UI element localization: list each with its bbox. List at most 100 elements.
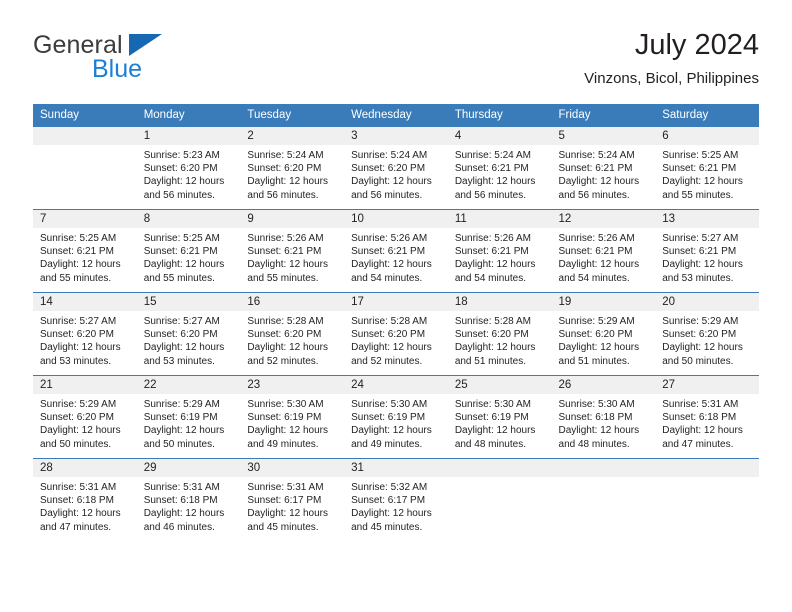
calendar-day-cell[interactable]: 28 Sunrise: 5:31 AM Sunset: 6:18 PM Dayligh…: [33, 458, 137, 541]
calendar-week-row: 21 Sunrise: 5:29 AM Sunset: 6:20 PM Dayligh…: [33, 375, 759, 459]
day-cell-inner: 31 Sunrise: 5:32 AM Sunset: 6:17 PM Dayligh…: [344, 459, 448, 541]
calendar-day-cell[interactable]: 31 Sunrise: 5:32 AM Sunset: 6:17 PM Dayligh…: [344, 458, 448, 541]
day-cell-inner: 11 Sunrise: 5:26 AM Sunset: 6:21 PM Dayligh…: [447, 210, 552, 292]
calendar-day-cell[interactable]: 26 Sunrise: 5:30 AM Sunset: 6:18 PM Dayligh…: [551, 375, 656, 459]
calendar-body: 1 Sunrise: 5:23 AM Sunset: 6:20 PM Daylight…: [33, 127, 759, 541]
weekday-header-row: Sunday Monday Tuesday Wednesday Thursday…: [33, 104, 759, 127]
calendar-day-cell[interactable]: 2 Sunrise: 5:24 AM Sunset: 6:20 PM Daylight…: [240, 127, 345, 210]
day-detail-sunset: Sunset: 6:21 PM: [454, 246, 529, 258]
day-detail-sunset: Sunset: 6:20 PM: [351, 329, 426, 341]
day-cell-details: [33, 145, 137, 149]
day-cell-details: Sunrise: 5:24 AM Sunset: 6:20 PM Daylight:…: [240, 145, 344, 202]
day-detail-sunrise: Sunrise: 5:30 AM: [351, 399, 428, 410]
day-detail-daylight-line1: Daylight: 12 hours: [351, 342, 432, 354]
calendar-day-cell[interactable]: 13 Sunrise: 5:27 AM Sunset: 6:21 PM Dayligh…: [655, 209, 759, 293]
day-number: 12: [551, 210, 656, 228]
calendar-day-cell[interactable]: 14 Sunrise: 5:27 AM Sunset: 6:20 PM Dayligh…: [33, 292, 137, 376]
day-detail-sunrise: Sunrise: 5:24 AM: [558, 150, 635, 161]
day-detail-daylight-line1: Daylight: 12 hours: [351, 259, 432, 271]
calendar-day-cell[interactable]: 24 Sunrise: 5:30 AM Sunset: 6:19 PM Dayligh…: [344, 375, 448, 459]
day-number: 24: [344, 376, 448, 394]
calendar-day-cell[interactable]: 21 Sunrise: 5:29 AM Sunset: 6:20 PM Dayligh…: [33, 375, 137, 459]
day-cell-inner: 29 Sunrise: 5:31 AM Sunset: 6:18 PM Dayligh…: [136, 459, 241, 541]
day-detail-daylight-line2: and 50 minutes.: [143, 438, 215, 450]
day-number: 11: [447, 210, 552, 228]
day-detail-daylight-line1: Daylight: 12 hours: [558, 176, 640, 188]
day-detail-daylight-line2: and 45 minutes.: [247, 521, 319, 533]
day-cell-details: Sunrise: 5:31 AM Sunset: 6:17 PM Daylight:…: [240, 477, 344, 534]
day-cell-details: Sunrise: 5:24 AM Sunset: 6:20 PM Daylight:…: [344, 145, 448, 202]
day-detail-sunset: Sunset: 6:19 PM: [454, 412, 529, 424]
calendar-empty-cell: [447, 458, 552, 541]
day-cell-inner: 4 Sunrise: 5:24 AM Sunset: 6:21 PM Daylight…: [447, 127, 552, 209]
day-detail-sunrise: Sunrise: 5:31 AM: [143, 482, 220, 493]
day-cell-inner: 18 Sunrise: 5:28 AM Sunset: 6:20 PM Dayligh…: [447, 293, 552, 375]
calendar-day-cell[interactable]: 5 Sunrise: 5:24 AM Sunset: 6:21 PM Daylight…: [551, 127, 656, 210]
calendar-day-cell[interactable]: 27 Sunrise: 5:31 AM Sunset: 6:18 PM Dayligh…: [655, 375, 759, 459]
day-cell-details: Sunrise: 5:29 AM Sunset: 6:20 PM Daylight:…: [33, 394, 137, 451]
day-cell-inner: [447, 459, 552, 541]
calendar-day-cell[interactable]: 10 Sunrise: 5:26 AM Sunset: 6:21 PM Dayligh…: [344, 209, 448, 293]
day-detail-sunrise: Sunrise: 5:26 AM: [454, 233, 531, 244]
day-cell-details: Sunrise: 5:27 AM Sunset: 6:20 PM Daylight:…: [137, 311, 241, 368]
day-detail-daylight-line1: Daylight: 12 hours: [454, 342, 536, 354]
calendar-day-cell[interactable]: 22 Sunrise: 5:29 AM Sunset: 6:19 PM Dayligh…: [136, 375, 241, 459]
weekday-header-wednesday: Wednesday: [344, 104, 448, 127]
page-header: General Blue July 2024 Vinzons, Bicol, P…: [33, 28, 759, 98]
calendar-day-cell[interactable]: 29 Sunrise: 5:31 AM Sunset: 6:18 PM Dayligh…: [136, 458, 241, 541]
calendar-day-cell[interactable]: 16 Sunrise: 5:28 AM Sunset: 6:20 PM Dayligh…: [240, 292, 345, 376]
calendar-day-cell[interactable]: 6 Sunrise: 5:25 AM Sunset: 6:21 PM Daylight…: [655, 127, 759, 210]
calendar-empty-cell: [551, 458, 656, 541]
calendar-day-cell[interactable]: 1 Sunrise: 5:23 AM Sunset: 6:20 PM Daylight…: [136, 127, 241, 210]
calendar-day-cell[interactable]: 3 Sunrise: 5:24 AM Sunset: 6:20 PM Daylight…: [344, 127, 448, 210]
day-detail-sunset: Sunset: 6:19 PM: [351, 412, 426, 424]
calendar-day-cell[interactable]: 4 Sunrise: 5:24 AM Sunset: 6:21 PM Daylight…: [447, 127, 552, 210]
day-detail-sunset: Sunset: 6:21 PM: [662, 246, 737, 258]
logo-text-blue: Blue: [92, 55, 143, 83]
day-detail-daylight-line2: and 46 minutes.: [143, 521, 215, 533]
calendar-day-cell[interactable]: 8 Sunrise: 5:25 AM Sunset: 6:21 PM Daylight…: [136, 209, 241, 293]
calendar-week-row: 14 Sunrise: 5:27 AM Sunset: 6:20 PM Dayligh…: [33, 292, 759, 376]
calendar-day-cell[interactable]: 15 Sunrise: 5:27 AM Sunset: 6:20 PM Dayligh…: [136, 292, 241, 376]
calendar-day-cell[interactable]: 12 Sunrise: 5:26 AM Sunset: 6:21 PM Dayligh…: [551, 209, 656, 293]
day-detail-sunrise: Sunrise: 5:28 AM: [454, 316, 531, 327]
weekday-header-thursday: Thursday: [447, 104, 552, 127]
day-number: 9: [240, 210, 345, 228]
day-detail-daylight-line1: Daylight: 12 hours: [454, 176, 536, 188]
day-number: 1: [136, 127, 241, 145]
calendar-day-cell[interactable]: 7 Sunrise: 5:25 AM Sunset: 6:21 PM Daylight…: [33, 209, 137, 293]
day-cell-details: Sunrise: 5:30 AM Sunset: 6:19 PM Daylight:…: [344, 394, 448, 451]
day-cell-inner: 19 Sunrise: 5:29 AM Sunset: 6:20 PM Dayligh…: [551, 293, 656, 375]
day-detail-daylight-line1: Daylight: 12 hours: [143, 508, 225, 520]
calendar-day-cell[interactable]: 19 Sunrise: 5:29 AM Sunset: 6:20 PM Dayligh…: [551, 292, 656, 376]
day-cell-details: Sunrise: 5:29 AM Sunset: 6:19 PM Daylight:…: [137, 394, 241, 451]
day-detail-sunrise: Sunrise: 5:23 AM: [143, 150, 220, 161]
day-number: 23: [240, 376, 345, 394]
calendar-day-cell[interactable]: 18 Sunrise: 5:28 AM Sunset: 6:20 PM Dayligh…: [447, 292, 552, 376]
day-detail-sunrise: Sunrise: 5:24 AM: [454, 150, 531, 161]
day-number: 17: [344, 293, 448, 311]
day-detail-sunset: Sunset: 6:20 PM: [40, 412, 114, 424]
calendar-day-cell[interactable]: 17 Sunrise: 5:28 AM Sunset: 6:20 PM Dayligh…: [344, 292, 448, 376]
day-cell-details: Sunrise: 5:28 AM Sunset: 6:20 PM Daylight:…: [448, 311, 552, 368]
calendar-day-cell[interactable]: 20 Sunrise: 5:29 AM Sunset: 6:20 PM Dayligh…: [655, 292, 759, 376]
day-detail-daylight-line1: Daylight: 12 hours: [662, 176, 743, 188]
day-number: 30: [240, 459, 345, 477]
day-detail-sunrise: Sunrise: 5:29 AM: [558, 316, 635, 327]
day-cell-details: Sunrise: 5:28 AM Sunset: 6:20 PM Daylight:…: [344, 311, 448, 368]
day-detail-sunset: Sunset: 6:19 PM: [247, 412, 322, 424]
day-detail-daylight-line1: Daylight: 12 hours: [351, 176, 432, 188]
calendar-day-cell[interactable]: 9 Sunrise: 5:26 AM Sunset: 6:21 PM Daylight…: [240, 209, 345, 293]
day-detail-daylight-line2: and 49 minutes.: [351, 438, 423, 450]
calendar-day-cell[interactable]: 30 Sunrise: 5:31 AM Sunset: 6:17 PM Dayligh…: [240, 458, 345, 541]
calendar-day-cell[interactable]: 23 Sunrise: 5:30 AM Sunset: 6:19 PM Dayligh…: [240, 375, 345, 459]
calendar-day-cell[interactable]: 25 Sunrise: 5:30 AM Sunset: 6:19 PM Dayligh…: [447, 375, 552, 459]
day-cell-inner: 3 Sunrise: 5:24 AM Sunset: 6:20 PM Daylight…: [344, 127, 448, 209]
day-detail-daylight-line2: and 52 minutes.: [247, 355, 319, 367]
day-detail-daylight-line1: Daylight: 12 hours: [662, 342, 743, 354]
calendar-day-cell[interactable]: 11 Sunrise: 5:26 AM Sunset: 6:21 PM Dayligh…: [447, 209, 552, 293]
day-number: 21: [33, 376, 137, 394]
day-detail-sunset: Sunset: 6:19 PM: [143, 412, 218, 424]
day-number: 3: [344, 127, 448, 145]
general-blue-logo[interactable]: General Blue: [33, 32, 263, 88]
